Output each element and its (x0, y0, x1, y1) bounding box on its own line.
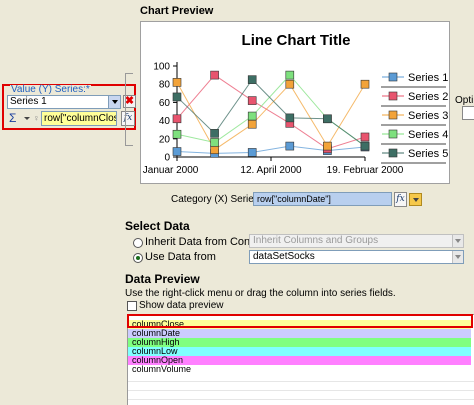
data-point (285, 141, 295, 151)
legend-marker (388, 91, 398, 101)
data-point (360, 141, 370, 151)
dataset-select[interactable]: dataSetSocks (249, 250, 464, 264)
data-preview-heading: Data Preview (125, 272, 200, 286)
data-point (285, 113, 295, 123)
inherit-data-radio[interactable] (133, 238, 143, 248)
series-line (176, 145, 366, 154)
series-line (176, 82, 366, 151)
chevron-down-icon[interactable] (452, 251, 463, 263)
data-point (247, 75, 257, 84)
category-expression-builder-button[interactable]: fx (394, 192, 407, 207)
legend-label: Series 2 (408, 91, 448, 103)
legend-label: Series 1 (408, 72, 448, 84)
chevron-down-icon[interactable] (108, 96, 120, 108)
legend-label: Series 3 (408, 110, 448, 122)
data-point (172, 129, 182, 139)
data-point (172, 147, 182, 156)
data-point (247, 111, 257, 121)
legend-label: Series 4 (408, 129, 448, 141)
sigma-icon[interactable]: Σ (9, 111, 16, 125)
value-series-legend: Value (Y) Series:* (10, 84, 91, 95)
category-expression-field[interactable]: row["columnDate"] (253, 192, 392, 206)
data-point (247, 148, 257, 157)
y-tick-label: 0 (164, 153, 170, 164)
data-point (247, 96, 257, 105)
chart-title: Line Chart Title (242, 32, 351, 49)
chevron-down-icon (452, 235, 463, 247)
use-data-from-label: Use Data from (145, 251, 216, 263)
y-tick-label: 100 (153, 62, 170, 73)
column-list-item[interactable]: columnVolume (128, 365, 471, 374)
inherit-columns-select: Inherit Columns and Groups (249, 234, 464, 248)
data-point (210, 70, 219, 80)
data-point (172, 114, 182, 124)
data-point (210, 145, 219, 155)
series-line (176, 78, 366, 147)
legend-marker (388, 110, 398, 120)
data-preview-hint: Use the right-click menu or drag the col… (125, 288, 396, 299)
data-point (210, 129, 219, 138)
y-tick-label: 20 (159, 134, 171, 145)
aggregation-dropdown-icon[interactable] (24, 117, 30, 120)
y-tick-label: 60 (159, 98, 171, 109)
data-point (210, 138, 219, 147)
list-grid-line (128, 381, 474, 382)
legend-marker (388, 148, 398, 158)
data-point (360, 79, 370, 89)
show-data-preview-checkbox[interactable] (127, 301, 137, 311)
category-series-label: Category (X) Series:* (171, 194, 266, 205)
data-point (323, 141, 332, 151)
inherit-columns-value: Inherit Columns and Groups (253, 235, 379, 246)
column-list-item[interactable]: columnHigh (128, 338, 471, 347)
legend-label: Series 5 (408, 148, 448, 160)
data-point (323, 114, 332, 124)
series-bracket (125, 73, 133, 146)
list-grid-line (128, 399, 474, 400)
value-series-group: Value (Y) Series:* Series 1 ✖ Σ ♀ row["c… (2, 84, 136, 130)
line-chart: Line Chart Title 0 20 40 60 80 100 5. Januar 20… (141, 32, 448, 176)
value-expression-field[interactable]: row["columnClose"] (41, 111, 117, 126)
y-tick-label: 80 (159, 80, 171, 91)
x-tick-label: 19. Februar 2000 (327, 165, 404, 176)
use-data-from-radio[interactable] (133, 253, 143, 263)
y-tick-label: 40 (159, 116, 171, 127)
series-select-value: Series 1 (10, 96, 47, 107)
show-data-preview-label: Show data preview (139, 300, 224, 311)
x-tick-label: 5. Januar 2000 (141, 165, 199, 176)
chart-preview: Line Chart Title 0 20 40 60 80 100 5. Januar 20… (140, 21, 450, 184)
select-data-heading: Select Data (125, 219, 190, 233)
chart-preview-heading: Chart Preview (140, 5, 214, 17)
legend-marker (388, 129, 398, 139)
series-line (176, 74, 366, 150)
options-label: Opti (455, 95, 474, 106)
series-select[interactable]: Series 1 (7, 95, 121, 109)
selected-column-highlight (127, 314, 473, 328)
x-tick-label: 12. April 2000 (240, 165, 302, 176)
list-grid-line (128, 390, 474, 391)
category-grouping-button[interactable] (409, 193, 422, 206)
tag-icon: ♀ (33, 113, 40, 123)
data-point (360, 132, 370, 142)
dataset-select-value: dataSetSocks (253, 251, 315, 262)
options-field[interactable] (462, 106, 474, 120)
data-point (247, 119, 257, 129)
legend-marker (388, 72, 398, 82)
data-point (172, 78, 182, 87)
data-point (285, 79, 295, 89)
data-point (285, 70, 295, 80)
fx-icon: fx (396, 194, 405, 204)
data-point (172, 92, 182, 102)
